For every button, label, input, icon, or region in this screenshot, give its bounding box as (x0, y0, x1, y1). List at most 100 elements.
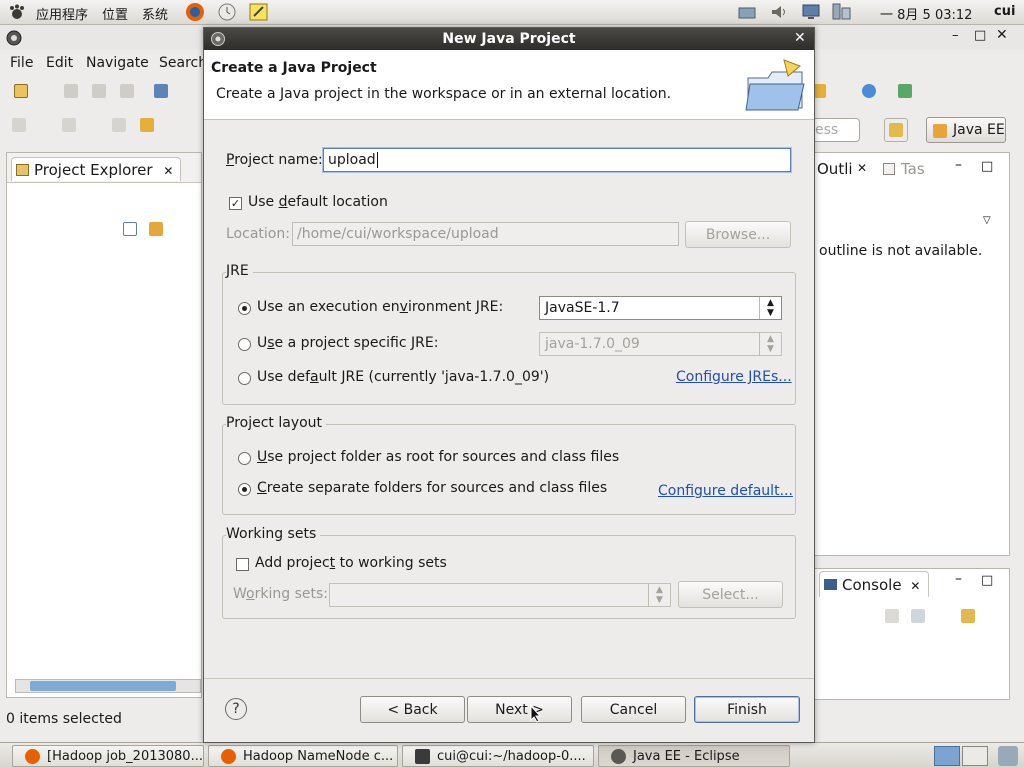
firefox-icon (25, 749, 40, 764)
link-with-editor-icon[interactable] (149, 222, 163, 236)
jre-default-label[interactable]: Use default JRE (currently 'java-1.7.0_0… (257, 369, 549, 385)
outline-panel: Outli ✕ Tas – □ ▽ outline is not availab… (814, 152, 1010, 556)
menu-applications[interactable]: 应用程序 (36, 4, 88, 23)
use-default-location-label[interactable]: Use default location (248, 194, 388, 210)
use-default-location-checkbox[interactable]: ✓ (229, 197, 242, 210)
eclipse-icon (611, 749, 626, 764)
perspective-java-ee[interactable]: Java EE (926, 117, 1006, 143)
task-eclipse[interactable]: Java EE - Eclipse (598, 745, 790, 767)
layout-root-radio[interactable] (238, 452, 251, 465)
back-nav-icon[interactable] (112, 118, 126, 132)
console-tab[interactable]: Console ✕ (819, 571, 929, 597)
computer-icon[interactable] (830, 2, 852, 22)
console-maximize-icon[interactable]: □ (981, 573, 993, 588)
browse-button[interactable]: Browse... (685, 221, 791, 248)
dialog-close-icon[interactable]: ✕ (794, 30, 806, 46)
menu-places[interactable]: 位置 (102, 4, 128, 23)
volume-icon[interactable] (768, 2, 790, 22)
tasks-tab-icon (883, 163, 895, 175)
console-pin-icon[interactable] (885, 609, 899, 623)
help-icon[interactable]: ? (225, 698, 247, 720)
workspace-switcher-1[interactable] (934, 746, 960, 766)
scrollbar-thumb[interactable] (30, 681, 176, 691)
console-minimize-icon[interactable]: – (955, 571, 962, 587)
outline-tab[interactable]: Outli (817, 160, 853, 178)
jre-project-specific-radio[interactable] (238, 338, 251, 351)
select-working-sets-button[interactable]: Select... (678, 581, 783, 608)
layout-separate-label[interactable]: Create separate folders for sources and … (257, 480, 607, 496)
trash-icon[interactable] (998, 746, 1018, 766)
new-wizard-icon[interactable] (14, 84, 28, 98)
panel-minimize-icon[interactable]: – (955, 157, 962, 173)
user-name[interactable]: cui (994, 4, 1015, 19)
minimize-icon[interactable]: – (952, 28, 959, 43)
mail-launcher-icon[interactable] (216, 2, 238, 22)
display-icon[interactable] (800, 2, 822, 22)
select-label: Select... (702, 587, 759, 603)
working-sets-select[interactable]: ▲ ▼ (329, 583, 671, 607)
jre-execution-env-radio[interactable] (238, 302, 251, 315)
refresh-icon[interactable] (898, 84, 912, 98)
console-tab-close-icon[interactable]: ✕ (910, 579, 920, 593)
project-name-label: Project name: (226, 152, 323, 168)
jre-execution-env-label[interactable]: Use an execution environment JRE: (257, 299, 503, 315)
new-java-project-dialog: New Java Project ✕ Create a Java Project… (203, 27, 815, 743)
location-input[interactable]: /home/cui/workspace/upload (292, 222, 679, 246)
collapse-all-icon[interactable] (123, 222, 137, 236)
configure-jres-link[interactable]: Configure JREs... (676, 369, 792, 385)
layout-separate-radio[interactable] (238, 483, 251, 496)
finish-button[interactable]: Finish (694, 696, 800, 723)
configure-default-link[interactable]: Configure default... (658, 483, 793, 499)
notes-launcher-icon[interactable] (248, 2, 270, 22)
network-icon[interactable] (736, 2, 758, 22)
next-annotation-icon[interactable] (12, 118, 26, 132)
prev-annotation-icon[interactable] (62, 118, 76, 132)
add-to-working-sets-checkbox[interactable] (236, 558, 249, 571)
open-perspective-button[interactable] (884, 118, 908, 142)
project-name-input[interactable]: upload (323, 148, 791, 172)
workspace-switcher-2[interactable] (962, 746, 988, 766)
save-all-icon[interactable] (92, 84, 106, 98)
gnome-foot-icon[interactable] (8, 4, 26, 21)
tab-close-icon[interactable]: ✕ (163, 164, 173, 178)
panel-maximize-icon[interactable]: □ (981, 159, 993, 174)
close-icon[interactable]: ✕ (996, 27, 1008, 43)
add-to-working-sets-label[interactable]: Add project to working sets (255, 555, 447, 571)
task-terminal[interactable]: cui@cui:~/hadoop-0.... (402, 745, 594, 767)
execution-env-value: JavaSE-1.7 (545, 300, 620, 316)
display-console-icon[interactable] (911, 609, 925, 623)
web-browser-icon[interactable] (862, 84, 876, 98)
menu-search[interactable]: Search (159, 55, 207, 71)
quick-access-field[interactable]: ess (812, 118, 860, 142)
print-icon[interactable] (120, 84, 134, 98)
menu-system[interactable]: 系统 (142, 4, 168, 23)
maximize-icon[interactable]: □ (974, 28, 986, 43)
next-button[interactable]: Next > (467, 696, 572, 723)
horizontal-scrollbar[interactable] (15, 679, 201, 693)
save-icon[interactable] (64, 84, 78, 98)
project-jre-select[interactable]: java-1.7.0_09 ▲ ▼ (539, 332, 782, 356)
tasks-tab[interactable]: Tas (901, 160, 925, 178)
open-console-icon[interactable] (961, 609, 975, 623)
project-layout-group (222, 424, 796, 515)
menu-navigate[interactable]: Navigate (86, 55, 149, 71)
back-button[interactable]: < Back (360, 696, 465, 723)
outline-tab-close-icon[interactable]: ✕ (857, 161, 867, 175)
task-hadoop-job[interactable]: [Hadoop job_2013080... (12, 745, 204, 767)
firefox-launcher-icon[interactable] (184, 2, 206, 22)
server-icon[interactable] (154, 84, 168, 98)
task-label: Hadoop NameNode c... (243, 749, 394, 764)
clock[interactable]: 一 8月 5 03:12 (880, 4, 972, 23)
jre-project-specific-label[interactable]: Use a project specific JRE: (257, 335, 438, 351)
back-arrow-icon[interactable] (140, 118, 154, 132)
console-icon (824, 579, 837, 590)
jre-default-radio[interactable] (238, 372, 251, 385)
outline-menu-icon[interactable]: ▽ (983, 215, 991, 226)
project-explorer-tab[interactable]: Project Explorer ✕ (11, 157, 181, 181)
menu-edit[interactable]: Edit (46, 55, 73, 71)
cancel-button[interactable]: Cancel (581, 696, 686, 723)
menu-file[interactable]: File (10, 55, 33, 71)
task-hadoop-namenode[interactable]: Hadoop NameNode c... (208, 745, 398, 767)
execution-env-select[interactable]: JavaSE-1.7 ▲ ▼ (539, 296, 782, 320)
layout-root-label[interactable]: Use project folder as root for sources a… (257, 449, 619, 465)
